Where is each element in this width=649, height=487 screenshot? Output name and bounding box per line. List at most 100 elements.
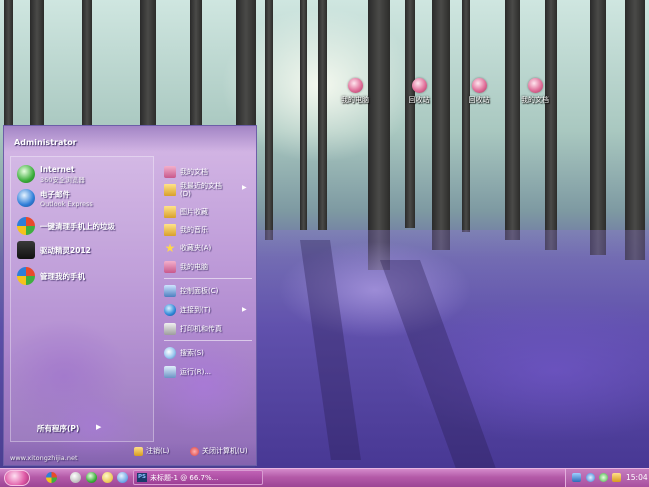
pinned-internet[interactable]: Internet 360安全浏览器	[17, 163, 85, 185]
menu-separator	[164, 278, 252, 279]
network-tray-icon[interactable]	[572, 473, 581, 482]
menu-label: (D)	[180, 190, 191, 198]
folder-icon	[164, 184, 176, 196]
tree-trunk	[405, 0, 415, 228]
menu-connect-to[interactable]: 连接到(T) ▶	[164, 304, 247, 316]
menu-pictures[interactable]: 图片收藏	[164, 206, 208, 218]
tree-trunk	[265, 0, 273, 240]
music-folder-icon	[164, 224, 176, 236]
menu-search[interactable]: 搜索(S)	[164, 347, 204, 359]
arrow-right-icon: ▶	[242, 306, 247, 313]
tray-icon[interactable]	[599, 473, 608, 482]
menu-recent-documents[interactable]: 我最近的文档 (D) ▶	[164, 182, 247, 198]
clock[interactable]: 15:04	[626, 473, 648, 482]
globe-icon	[164, 304, 176, 316]
pinned-driver-genius[interactable]: 驱动精灵2012	[17, 239, 91, 261]
control-panel-icon	[164, 285, 176, 297]
system-tray: 15:04	[565, 469, 649, 487]
start-button[interactable]	[4, 470, 30, 486]
shutdown-label: 关闭计算机(U)	[202, 447, 248, 455]
browser-icon	[17, 165, 35, 183]
menu-label: 我的电脑	[180, 263, 208, 271]
menu-label: 我的文档	[180, 168, 208, 176]
tree-trunk	[300, 0, 307, 230]
documents-icon	[164, 166, 176, 178]
user-name: Administrator	[14, 138, 77, 147]
logoff-button[interactable]: 注销(L)	[134, 446, 169, 456]
pinned-subtitle: Outlook Express	[40, 199, 93, 208]
recycle-bin-desktop-icon[interactable]: 回收站	[396, 78, 442, 105]
pinned-phone-manager[interactable]: 管理我的手机	[17, 265, 85, 287]
browser-icon[interactable]	[86, 472, 97, 483]
menu-printers[interactable]: 打印机和传真	[164, 323, 222, 335]
pinned-subtitle: 360安全浏览器	[40, 175, 85, 184]
menu-separator	[164, 340, 252, 341]
menu-label: 运行(R)...	[180, 368, 212, 376]
volume-icon[interactable]	[612, 473, 621, 482]
tree-trunk	[318, 0, 327, 230]
quick-launch-icon[interactable]	[70, 472, 81, 483]
menu-label: 搜索(S)	[180, 349, 204, 357]
media-icon[interactable]	[117, 472, 128, 483]
tree-trunk	[625, 0, 645, 260]
tree-trunk	[432, 0, 450, 250]
power-icon	[190, 446, 199, 456]
menu-music[interactable]: 我的音乐	[164, 224, 208, 236]
pinned-programs-pane: Internet 360安全浏览器 电子邮件 Outlook Express 一…	[10, 156, 154, 442]
menu-favorites[interactable]: ★ 收藏夹(A)	[164, 241, 212, 255]
computer-icon	[164, 261, 176, 273]
watermark-url: www.xitongzhijia.net	[10, 454, 78, 462]
desktop-icon-label: 回收站	[468, 96, 490, 104]
tree-trunk	[590, 0, 606, 255]
my-computer-desktop-icon[interactable]: 我的电脑	[332, 78, 378, 105]
tree-trunk	[505, 0, 520, 240]
arrow-right-icon: ▶	[96, 423, 102, 431]
desktop-icon-label: 回收站	[408, 96, 430, 104]
star-icon: ★	[164, 241, 176, 255]
menu-label: 我最近的文档	[180, 182, 222, 190]
menu-label: 我的音乐	[180, 226, 208, 234]
tree-trunk	[545, 0, 557, 250]
taskbar-window-button[interactable]: PS 未标题-1 @ 66.7%...	[133, 470, 263, 485]
driver-genius-icon	[17, 241, 35, 259]
pinned-title: 驱动精灵2012	[40, 245, 91, 255]
search-icon	[164, 347, 176, 359]
computer-icon	[347, 78, 363, 93]
menu-run[interactable]: 运行(R)...	[164, 366, 211, 378]
tree-trunk	[462, 0, 470, 232]
pinned-title: 管理我的手机	[40, 271, 85, 281]
run-icon	[164, 366, 176, 378]
pinned-title: 一键清理手机上的垃圾	[40, 221, 115, 231]
my-documents-desktop-icon[interactable]: 我的文档	[512, 78, 558, 105]
menu-label: 图片收藏	[180, 208, 208, 216]
tray-icon[interactable]	[586, 473, 595, 482]
network-desktop-icon[interactable]: 回收站	[456, 78, 502, 105]
pinned-email[interactable]: 电子邮件 Outlook Express	[17, 187, 93, 209]
windows-logo-icon	[17, 217, 35, 235]
photoshop-icon: PS	[137, 473, 147, 482]
taskbar-window-label: 未标题-1 @ 66.7%...	[150, 473, 219, 482]
menu-my-computer[interactable]: 我的电脑	[164, 261, 208, 273]
logoff-icon	[134, 446, 143, 456]
pinned-title: Internet	[40, 164, 75, 174]
menu-label: 连接到(T)	[180, 306, 211, 314]
taskbar: PS 未标题-1 @ 66.7%... 15:04	[0, 468, 649, 487]
email-icon	[17, 189, 35, 207]
menu-my-documents[interactable]: 我的文档	[164, 166, 208, 178]
pinned-phone-cleaner[interactable]: 一键清理手机上的垃圾	[17, 215, 115, 237]
network-icon	[471, 78, 487, 93]
menu-control-panel[interactable]: 控制面板(C)	[164, 285, 218, 297]
pictures-folder-icon	[164, 206, 176, 218]
documents-icon	[527, 78, 543, 93]
all-programs-button[interactable]: 所有程序(P)	[37, 423, 79, 434]
shutdown-button[interactable]: 关闭计算机(U)	[190, 446, 248, 456]
logoff-label: 注销(L)	[146, 447, 170, 455]
menu-label: 打印机和传真	[180, 325, 222, 333]
start-menu: Administrator Internet 360安全浏览器 电子邮件 Out…	[3, 125, 257, 466]
pinned-title: 电子邮件	[40, 189, 70, 199]
recycle-bin-icon	[411, 78, 427, 93]
windows-logo-icon[interactable]	[46, 472, 57, 483]
folder-icon[interactable]	[102, 472, 113, 483]
desktop-icon-label: 我的文档	[521, 96, 549, 104]
windows-logo-icon	[17, 267, 35, 285]
